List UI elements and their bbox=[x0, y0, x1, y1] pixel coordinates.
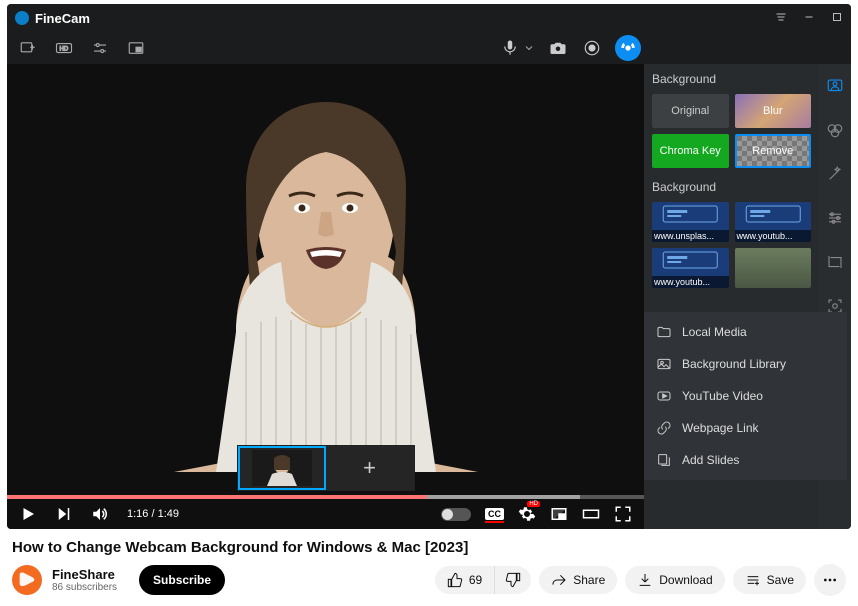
minimize-icon[interactable] bbox=[803, 11, 815, 26]
fullscreen-button[interactable] bbox=[614, 505, 632, 523]
bg-thumb-3[interactable]: www.youtub... bbox=[652, 248, 729, 288]
menu-webpage[interactable]: Webpage Link bbox=[644, 412, 847, 444]
menu-youtube[interactable]: YouTube Video bbox=[644, 380, 847, 412]
bg-thumb-2[interactable]: www.youtub... bbox=[735, 202, 812, 242]
add-scene-button[interactable]: + bbox=[326, 446, 414, 490]
rb-background-icon[interactable] bbox=[825, 76, 845, 96]
dislike-button[interactable] bbox=[494, 566, 531, 594]
theater-button[interactable] bbox=[582, 505, 600, 523]
hd-badge: HD bbox=[527, 501, 540, 507]
chevron-down-icon[interactable] bbox=[523, 37, 535, 59]
mic-icon[interactable] bbox=[499, 37, 521, 59]
channel-avatar[interactable] bbox=[12, 565, 42, 595]
bg-thumb-4[interactable] bbox=[735, 248, 812, 288]
rb-effects-icon[interactable] bbox=[825, 120, 845, 140]
bg-tile-original[interactable]: Original bbox=[652, 94, 729, 128]
menu-icon[interactable] bbox=[775, 11, 787, 26]
save-button[interactable]: Save bbox=[733, 566, 806, 594]
camera-icon[interactable] bbox=[547, 37, 569, 59]
menu-slides[interactable]: Add Slides bbox=[644, 444, 847, 476]
add-source-icon[interactable] bbox=[17, 37, 39, 59]
add-background-menu: Local Media Background Library YouTube V… bbox=[644, 312, 847, 480]
scene-thumbs: + bbox=[237, 445, 415, 491]
maximize-icon[interactable] bbox=[831, 11, 843, 26]
play-button[interactable] bbox=[19, 505, 37, 523]
next-button[interactable] bbox=[55, 505, 73, 523]
person-graphic bbox=[106, 72, 546, 472]
bg-tile-blur[interactable]: Blur bbox=[735, 94, 812, 128]
rb-wand-icon[interactable] bbox=[825, 164, 845, 184]
cc-button[interactable]: CC bbox=[485, 508, 504, 520]
menu-local-media[interactable]: Local Media bbox=[644, 316, 847, 348]
channel-name[interactable]: FineShare bbox=[52, 567, 117, 582]
miniplayer-button[interactable] bbox=[550, 505, 568, 523]
record-icon[interactable] bbox=[581, 37, 603, 59]
bg-tile-chroma[interactable]: Chroma Key bbox=[652, 134, 729, 168]
like-button[interactable]: 69 bbox=[435, 566, 494, 594]
volume-button[interactable] bbox=[91, 505, 109, 523]
sliders-icon[interactable] bbox=[89, 37, 111, 59]
svg-text:HD: HD bbox=[60, 46, 69, 52]
rb-adjust-icon[interactable] bbox=[825, 208, 845, 228]
bg-header-2: Background bbox=[652, 180, 811, 194]
hd-icon[interactable]: HD bbox=[53, 37, 75, 59]
more-button[interactable] bbox=[814, 564, 846, 596]
autoplay-toggle[interactable] bbox=[441, 508, 471, 521]
broadcast-button[interactable] bbox=[615, 35, 641, 61]
settings-button[interactable]: HD bbox=[518, 505, 536, 523]
video-title: How to Change Webcam Background for Wind… bbox=[12, 539, 846, 556]
scene-thumb-1[interactable] bbox=[238, 446, 326, 490]
pip-icon[interactable] bbox=[125, 37, 147, 59]
rb-crop-icon[interactable] bbox=[825, 252, 845, 272]
subscriber-count: 86 subscribers bbox=[52, 582, 117, 593]
video-preview[interactable]: + 1:16 / 1:49 CC HD bbox=[7, 64, 644, 529]
subscribe-button[interactable]: Subscribe bbox=[139, 565, 225, 595]
background-panel: Background Original Blur Chroma Key Remo… bbox=[644, 64, 819, 529]
app-title: FineCam bbox=[35, 11, 90, 26]
download-button[interactable]: Download bbox=[625, 566, 724, 594]
bg-thumb-1[interactable]: www.unsplas... bbox=[652, 202, 729, 242]
time-display: 1:16 / 1:49 bbox=[127, 508, 179, 520]
bg-tile-remove[interactable]: Remove bbox=[735, 134, 812, 168]
menu-bg-library[interactable]: Background Library bbox=[644, 348, 847, 380]
share-button[interactable]: Share bbox=[539, 566, 617, 594]
bg-header-1: Background bbox=[652, 72, 811, 86]
app-logo bbox=[15, 11, 29, 25]
